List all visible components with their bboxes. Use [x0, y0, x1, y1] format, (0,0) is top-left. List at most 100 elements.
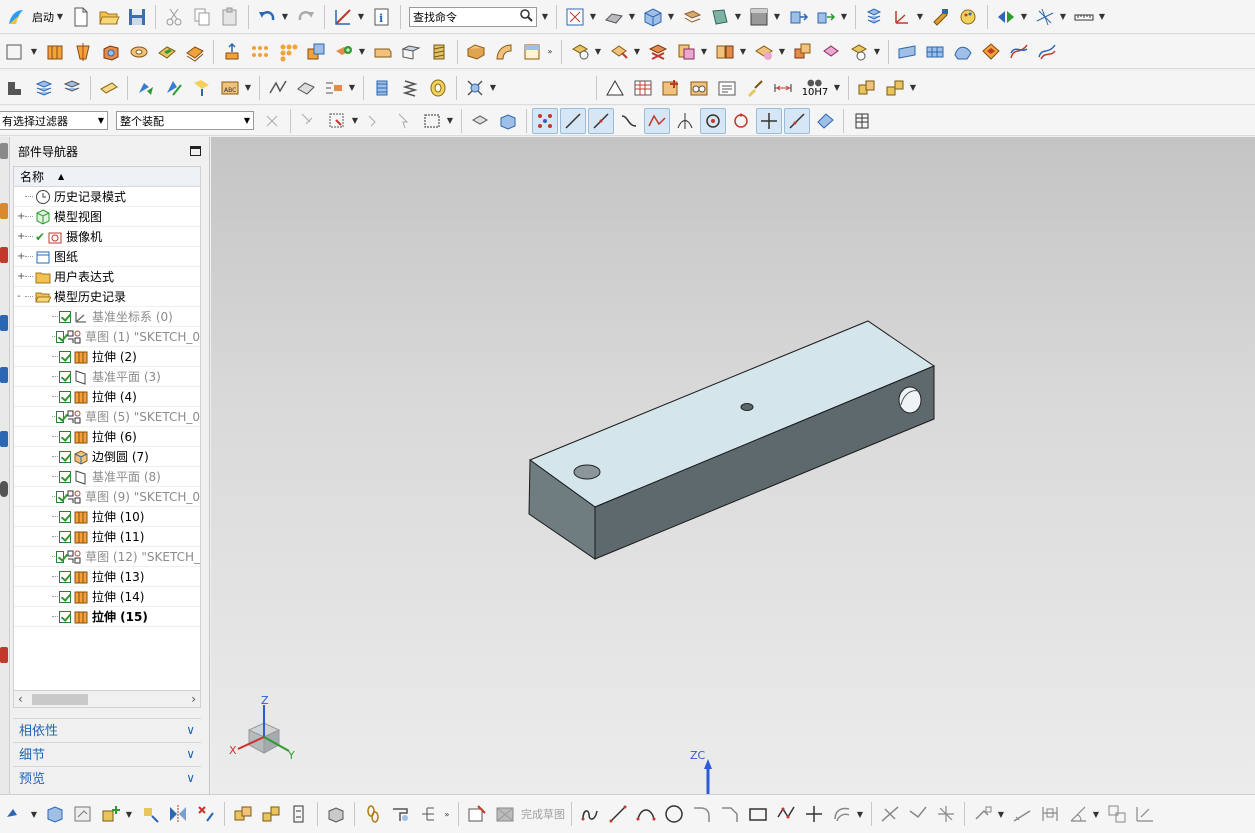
offset-curve-icon[interactable]: [829, 801, 855, 827]
tree-row[interactable]: 草图 (5) "SKETCH_0: [14, 407, 200, 427]
hierarchy-icon[interactable]: [416, 801, 442, 827]
boss-tool-icon[interactable]: [154, 39, 180, 65]
open-file-icon[interactable]: [96, 4, 122, 30]
preview-panel[interactable]: 预览 ∨: [13, 766, 201, 788]
wave-geometry-icon[interactable]: [230, 801, 256, 827]
show-hide-dropdown-icon[interactable]: ▼: [840, 12, 848, 21]
suppress-checkbox[interactable]: [59, 570, 71, 583]
polygon-tool-icon[interactable]: [773, 801, 799, 827]
grid-icon[interactable]: [849, 108, 875, 134]
fit-view-icon[interactable]: [562, 4, 588, 30]
resource-tab-icon[interactable]: [0, 647, 8, 663]
measure-icon[interactable]: [993, 4, 1019, 30]
snap-midpoint-icon[interactable]: [588, 107, 614, 134]
pattern-tool-icon[interactable]: [247, 39, 273, 65]
component-new-icon[interactable]: [606, 39, 632, 65]
sketch-tool-icon[interactable]: [3, 39, 29, 65]
link-icon[interactable]: [286, 801, 312, 827]
extrude-tool-icon[interactable]: [42, 39, 68, 65]
suppress-checkbox[interactable]: [59, 530, 71, 543]
add-component-dropdown-icon[interactable]: ▼: [125, 810, 133, 819]
sketch-icon[interactable]: [464, 801, 490, 827]
tree-row[interactable]: 基准坐标系 (0): [14, 307, 200, 327]
finish-sketch-label[interactable]: 完成草图: [521, 806, 565, 822]
tree-row[interactable]: 草图 (9) "SKETCH_0: [14, 487, 200, 507]
dependencies-panel[interactable]: 相依性 ∨: [13, 718, 201, 740]
tree-row[interactable]: + 用户表达式: [14, 267, 200, 287]
extension-icon[interactable]: [1034, 39, 1060, 65]
resource-tab-icon[interactable]: [0, 367, 8, 383]
view-triad[interactable]: Z X Y: [229, 694, 295, 762]
general-selection-icon[interactable]: [259, 108, 285, 134]
text-tool-icon[interactable]: [321, 75, 347, 101]
constraints-icon[interactable]: [673, 39, 699, 65]
snap-line-icon[interactable]: [560, 107, 586, 134]
wcs-icon[interactable]: [889, 4, 915, 30]
select-dropdown-icon[interactable]: ▼: [357, 12, 365, 21]
selection-scope-combo[interactable]: 整个装配 ▼: [116, 111, 254, 130]
bearing-icon[interactable]: [425, 75, 451, 101]
search-icon[interactable]: [519, 8, 533, 25]
constraints-more-dropdown-icon[interactable]: ▼: [997, 810, 1005, 819]
family-dropdown-icon[interactable]: ▼: [909, 83, 917, 92]
assembly-nav-icon[interactable]: [42, 801, 68, 827]
assembly-add-icon[interactable]: [567, 39, 593, 65]
quick-trim-icon[interactable]: [877, 801, 903, 827]
mirror-assembly-icon[interactable]: [645, 39, 671, 65]
undo-icon[interactable]: [254, 4, 280, 30]
suppress-checkbox[interactable]: [59, 370, 71, 383]
tree-row[interactable]: 草图 (1) "SKETCH_0: [14, 327, 200, 347]
snap-on-face-icon[interactable]: [812, 108, 838, 134]
dimension-dropdown-icon[interactable]: ▼: [1092, 810, 1100, 819]
snap-arc-center-icon[interactable]: [700, 107, 726, 134]
tree-row[interactable]: 基准平面 (8): [14, 467, 200, 487]
select-drag-icon[interactable]: [391, 108, 417, 134]
resource-tab-icon[interactable]: [0, 431, 8, 447]
pocket-tool-icon[interactable]: [182, 39, 208, 65]
resource-tab-icon[interactable]: [0, 143, 8, 159]
snap-existing-point-icon[interactable]: [756, 107, 782, 134]
layer-icon[interactable]: [679, 4, 705, 30]
tree-row[interactable]: 拉伸 (10): [14, 507, 200, 527]
suppress-checkbox[interactable]: [59, 450, 71, 463]
resource-tab-icon[interactable]: [0, 247, 8, 263]
dimension-icon[interactable]: [770, 75, 796, 101]
gear-wizard-icon[interactable]: ABC: [217, 75, 243, 101]
cylinder-icon[interactable]: [369, 75, 395, 101]
finish-sketch-icon[interactable]: [492, 801, 518, 827]
scroll-right-icon[interactable]: ›: [191, 692, 196, 706]
geometric-constraints-icon[interactable]: [970, 801, 996, 827]
tree-row[interactable]: 基准平面 (3): [14, 367, 200, 387]
start-dropdown-icon[interactable]: ▼: [56, 12, 64, 21]
notes-icon[interactable]: [96, 75, 122, 101]
offset-region-icon[interactable]: [189, 75, 215, 101]
maximize-icon[interactable]: [190, 146, 201, 156]
expand-toggle-icon[interactable]: +: [17, 271, 25, 282]
resource-tab-icon[interactable]: [0, 203, 8, 219]
studio-surface-icon[interactable]: [950, 39, 976, 65]
snap-on-curve-icon[interactable]: [784, 107, 810, 134]
chamfer-tool-icon[interactable]: [370, 39, 396, 65]
profile-tool-icon[interactable]: [577, 801, 603, 827]
ruler-icon[interactable]: [1071, 4, 1097, 30]
sweep-tool-icon[interactable]: [491, 39, 517, 65]
search-dropdown-icon[interactable]: ▼: [541, 12, 549, 21]
add-view-icon[interactable]: [658, 75, 684, 101]
expand-toggle-icon[interactable]: +: [17, 251, 25, 262]
fit-dropdown-icon[interactable]: ▼: [589, 12, 597, 21]
start-button[interactable]: 启动: [32, 9, 54, 25]
snap-quadrant-icon[interactable]: [728, 108, 754, 134]
view-frame-icon[interactable]: [686, 75, 712, 101]
name-column-header[interactable]: 名称 ▲: [14, 167, 200, 187]
mirror-icon[interactable]: [165, 801, 191, 827]
show-hide-icon[interactable]: [813, 4, 839, 30]
expand-toggle-icon[interactable]: +: [17, 211, 25, 222]
color-palette-icon[interactable]: [956, 4, 982, 30]
suppress-checkbox[interactable]: [59, 390, 71, 403]
explode-dropdown-icon[interactable]: ▼: [739, 47, 747, 56]
snap-endpoint-icon[interactable]: [532, 107, 558, 134]
clamp-icon[interactable]: [388, 801, 414, 827]
hole-tool-icon[interactable]: [126, 39, 152, 65]
tree-horizontal-scrollbar[interactable]: ‹ ›: [13, 690, 201, 708]
reattach-icon[interactable]: [1132, 801, 1158, 827]
